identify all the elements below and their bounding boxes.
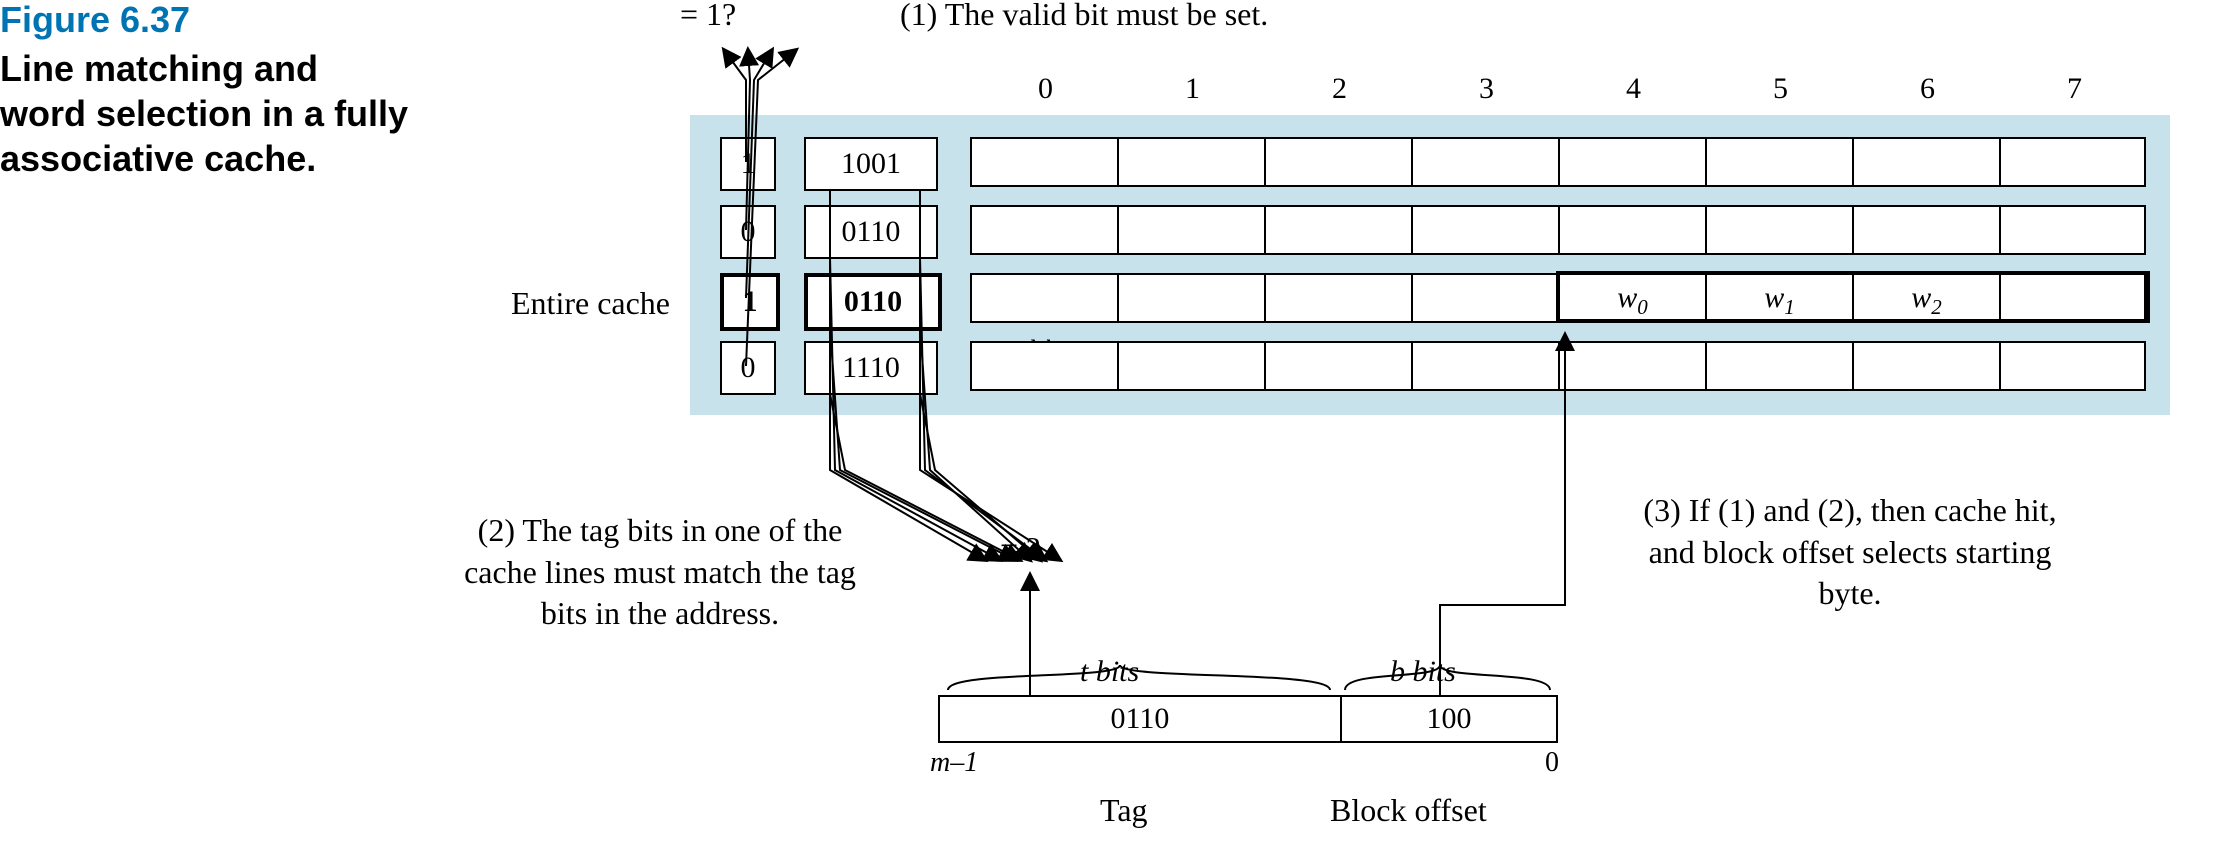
col-idx-0: 0 <box>972 72 1119 106</box>
block-byte <box>1707 139 1854 185</box>
cache-label: Entire cache <box>470 285 670 322</box>
valid-bit: 1 <box>720 137 776 191</box>
block-byte <box>1119 275 1266 321</box>
block-byte <box>972 207 1119 253</box>
block-byte <box>1413 275 1560 321</box>
block-byte <box>1707 343 1854 389</box>
figure-number: Figure 6.37 <box>0 0 408 40</box>
block-byte <box>1266 275 1413 321</box>
block-byte <box>1854 139 2001 185</box>
valid-bit: 1 <box>720 273 780 331</box>
column-indices: 01234567 <box>972 72 2148 106</box>
block-byte <box>1413 343 1560 389</box>
figure-title: Line matching and word selection in a fu… <box>0 46 408 181</box>
step1-annotation: (1) The valid bit must be set. <box>900 0 1268 33</box>
t-bits-label: t bits <box>1080 655 1139 689</box>
block-byte <box>1119 207 1266 253</box>
col-idx-1: 1 <box>1119 72 1266 106</box>
col-idx-3: 3 <box>1413 72 1560 106</box>
block-byte: w1 <box>1707 275 1854 321</box>
block-byte <box>972 275 1119 321</box>
valid-bit: 0 <box>720 205 776 259</box>
data-block <box>970 137 2146 187</box>
tag-bits: 0110 <box>804 205 938 259</box>
block-byte <box>972 389 1119 435</box>
tag-compare-label: = ? <box>1000 530 1040 567</box>
figure-title-line3: associative cache. <box>0 136 408 181</box>
col-idx-5: 5 <box>1707 72 1854 106</box>
figure-title-line1: Line matching and <box>0 46 408 91</box>
block-byte <box>1560 207 1707 253</box>
address-tag: 0110 <box>940 697 1342 741</box>
block-byte <box>972 343 1119 389</box>
block-byte <box>1854 207 2001 253</box>
address-msb-label: m–1 <box>930 747 978 779</box>
data-block: w0w1w2w3 <box>970 273 2146 323</box>
block-byte <box>1854 343 2001 389</box>
block-byte <box>1266 207 1413 253</box>
col-idx-2: 2 <box>1266 72 1413 106</box>
block-byte <box>1707 207 1854 253</box>
address-offset: 100 <box>1342 697 1556 741</box>
block-byte <box>1119 343 1266 389</box>
tag-bits: 1001 <box>804 137 938 191</box>
b-bits-label: b bits <box>1390 655 1456 689</box>
col-idx-7: 7 <box>2001 72 2148 106</box>
block-offset-label: Block offset <box>1330 792 1487 829</box>
block-byte: w0 <box>1560 275 1707 321</box>
block-byte <box>972 139 1119 185</box>
address-lsb-label: 0 <box>1545 747 1559 779</box>
valid-check-label: = 1? <box>680 0 736 33</box>
tag-bits: 0110 <box>804 273 942 331</box>
col-idx-6: 6 <box>1854 72 2001 106</box>
data-block <box>970 341 2146 391</box>
block-byte <box>1266 343 1413 389</box>
cache-set: 1 1001 0 0110 1 0110 w0w1w2w3 0 1110 <box>690 115 2170 415</box>
step3-annotation: (3) If (1) and (2), then cache hit, and … <box>1640 490 2060 615</box>
tag-label: Tag <box>1100 792 1148 829</box>
block-byte <box>1413 207 1560 253</box>
block-byte <box>1119 139 1266 185</box>
address-box: 0110 100 <box>938 695 1558 743</box>
figure-title-line2: word selection in a fully <box>0 91 408 136</box>
data-block <box>970 205 2146 255</box>
block-byte: w2 <box>1854 275 2001 321</box>
step2-annotation: (2) The tag bits in one of the cache lin… <box>450 510 870 635</box>
block-byte <box>1266 139 1413 185</box>
block-byte <box>1560 343 1707 389</box>
block-byte <box>1413 139 1560 185</box>
tag-bits: 1110 <box>804 341 938 395</box>
block-byte <box>1560 139 1707 185</box>
col-idx-4: 4 <box>1560 72 1707 106</box>
valid-bit: 0 <box>720 341 776 395</box>
